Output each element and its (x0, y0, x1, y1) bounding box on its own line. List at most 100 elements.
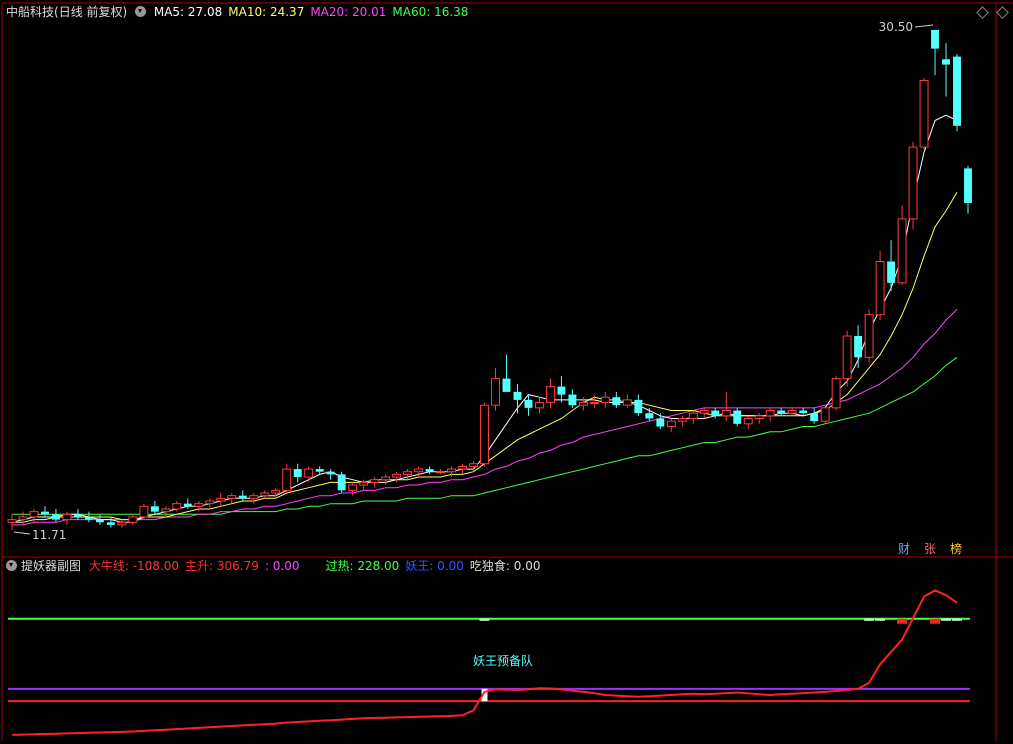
candle-body (337, 474, 346, 491)
stock-name: 中船科技 (6, 5, 55, 19)
candle-70 (777, 407, 786, 416)
side-tag-0[interactable]: 财 (896, 542, 912, 556)
candle-27 (304, 466, 314, 483)
candle-body (95, 519, 104, 523)
candle-body (469, 463, 478, 467)
candle-83 (919, 77, 929, 150)
ma-legend: MA5: 27.08 MA10: 24.37 MA20: 20.01 MA60: 16… (154, 5, 475, 19)
candle-58 (645, 407, 654, 422)
candle-body (502, 378, 511, 392)
ma10-line (12, 192, 958, 523)
candle-body (513, 391, 522, 400)
candle-body (480, 404, 489, 465)
candle-43 (480, 402, 489, 467)
candle-26 (293, 463, 302, 483)
candle-41 (458, 463, 467, 475)
ma-legend-item-1: MA10: 24.37 (228, 5, 305, 19)
marker-6 (952, 618, 962, 621)
candle-body (842, 335, 852, 380)
candle-45 (502, 354, 511, 392)
candle-49 (545, 378, 555, 408)
candle-60 (666, 418, 676, 432)
candle-87 (964, 165, 972, 214)
candle-body (908, 146, 918, 220)
candle-body (854, 336, 863, 358)
candle-body (183, 503, 192, 507)
candle-18 (205, 498, 215, 509)
side-tag-2[interactable]: 榜 (948, 542, 964, 556)
candle-body (271, 489, 281, 494)
candle-39 (436, 469, 446, 475)
candle-body (589, 402, 599, 405)
candle-8 (95, 514, 104, 525)
candle-body (282, 468, 292, 491)
candle-body (150, 506, 159, 512)
candle-77 (854, 325, 863, 368)
candle-body (51, 514, 60, 520)
candle-body (875, 261, 885, 316)
kline-chart: 30.50 11.71 (1, 2, 1013, 741)
frame-lines (1, 2, 1013, 741)
candle-78 (864, 309, 874, 363)
candle-1 (18, 511, 28, 525)
sub-legend-item-2: : 0.00 (264, 559, 300, 573)
candle-body (612, 397, 621, 406)
chart-frame: 30.50 11.71 中船科技(日线 前复权) MA5: 27.08 MA10: … (0, 0, 1013, 741)
candle-body (359, 481, 369, 486)
ma-legend-item-3: MA60: 16.38 (392, 5, 469, 19)
candle-63 (699, 407, 709, 419)
candle-body (106, 522, 115, 525)
candle-body (600, 396, 610, 404)
candle-84 (931, 30, 939, 76)
sub-header: 提妖器副图 大牛线: -108.00 主升: 306.79: 0.00 过热: 22… (6, 558, 546, 574)
sub-legend-item-5: 吃独食: 0.00 (469, 559, 541, 573)
candle-body (666, 420, 676, 427)
ma-legend-item-0: MA5: 27.08 (153, 5, 223, 19)
candle-14 (161, 506, 171, 517)
candle-body (524, 399, 533, 408)
candle-body (403, 471, 413, 475)
candle-75 (831, 375, 841, 411)
marker-0 (479, 618, 490, 621)
candle-body (315, 469, 324, 472)
candle-body (414, 468, 424, 473)
candle-22 (249, 493, 259, 504)
candle-body (370, 479, 380, 483)
candle-28 (315, 466, 324, 475)
ma10-polyline (12, 192, 958, 523)
candle-body (634, 399, 643, 414)
candle-body (18, 516, 28, 521)
dropdown-icon[interactable] (135, 6, 147, 17)
side-tag-1[interactable]: 张 (922, 542, 938, 556)
candle-59 (656, 413, 665, 430)
candle-74 (820, 405, 830, 424)
candle-81 (897, 205, 907, 286)
candle-body (831, 378, 841, 409)
candle-body (711, 410, 720, 416)
candle-55 (612, 391, 621, 408)
candle-body (810, 413, 819, 422)
candle-33 (370, 477, 380, 488)
candle-body (677, 418, 687, 422)
candle-body (227, 495, 237, 499)
candle-52 (578, 397, 588, 411)
candle-body (348, 484, 358, 491)
candle-body (161, 508, 171, 513)
candle-31 (348, 482, 358, 496)
candle-10 (117, 519, 127, 528)
candle-body (754, 415, 764, 420)
candle-body (953, 56, 961, 126)
sub-dropdown-icon[interactable] (6, 560, 17, 571)
candle-0 (7, 514, 17, 530)
candle-body (293, 469, 302, 478)
candle-23 (260, 490, 270, 499)
candle-7 (84, 511, 93, 523)
candle-46 (513, 383, 522, 414)
candle-body (578, 402, 588, 406)
candle-44 (491, 367, 500, 411)
candle-65 (721, 391, 731, 422)
candle-body (622, 399, 632, 406)
candle-3 (41, 506, 49, 517)
marker-5 (941, 618, 951, 621)
marker-1 (864, 618, 875, 621)
